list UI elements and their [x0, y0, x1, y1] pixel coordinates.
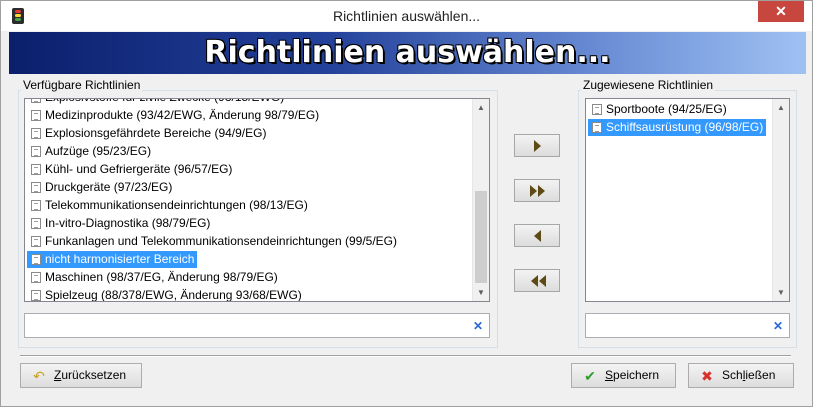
document-icon: [31, 146, 41, 157]
move-all-right-button[interactable]: [514, 179, 560, 202]
available-filter-input[interactable]: [28, 317, 466, 334]
list-item-label: Maschinen (98/37/EG, Änderung 98/79/EG): [45, 270, 278, 284]
document-icon: [31, 128, 41, 139]
list-item-label: Explosionsgefährdete Bereiche (94/9/EG): [45, 126, 267, 140]
assigned-filter-field[interactable]: ✕: [585, 313, 790, 338]
list-item[interactable]: Sportboote (94/25/EG): [588, 101, 730, 118]
document-icon: [31, 254, 41, 265]
list-item-label: Sportboote (94/25/EG): [606, 102, 727, 116]
list-item[interactable]: Aufzüge (95/23/EG): [27, 143, 154, 160]
document-icon: [31, 272, 41, 283]
list-item[interactable]: nicht harmonisierter Bereich: [27, 251, 198, 268]
list-item[interactable]: Maschinen (98/37/EG, Änderung 98/79/EG): [27, 269, 281, 286]
footer-separator: [20, 355, 791, 357]
document-icon: [31, 164, 41, 175]
close-button[interactable]: ✖ Schließen: [688, 363, 794, 388]
reset-button-label: Zurücksetzen: [54, 368, 127, 382]
list-item[interactable]: Telekommunikationsendeinrichtungen (98/1…: [27, 197, 311, 214]
banner-title: Richtlinien auswählen...: [204, 35, 611, 70]
list-item-label: Telekommunikationsendeinrichtungen (98/1…: [45, 198, 308, 212]
list-item[interactable]: In-vitro-Diagnostika (98/79/EG): [27, 215, 213, 232]
list-item-label: In-vitro-Diagnostika (98/79/EG): [45, 216, 211, 230]
document-icon: [31, 182, 41, 193]
list-item[interactable]: Druckgeräte (97/23/EG): [27, 179, 175, 196]
move-left-button[interactable]: [514, 224, 560, 247]
document-icon: [31, 236, 41, 247]
clear-icon[interactable]: ✕: [473, 319, 483, 333]
available-filter-field[interactable]: ✕: [24, 313, 490, 338]
close-icon: ✖: [701, 368, 713, 384]
document-icon: [31, 200, 41, 211]
document-icon: [592, 104, 602, 115]
document-icon: [592, 122, 602, 133]
list-item[interactable]: Funkanlagen und Telekommunikationsendein…: [27, 233, 400, 250]
reset-button[interactable]: ↶ Zurücksetzen: [20, 363, 142, 388]
save-button[interactable]: ✔ Speichern: [571, 363, 676, 388]
assigned-directives-list[interactable]: Schiffsausrüstung (96/98/EG) Sportboote (…: [585, 98, 790, 302]
list-item[interactable]: Schiffsausrüstung (96/98/EG): [588, 119, 767, 136]
close-button-label: Schließen: [722, 368, 776, 382]
list-item[interactable]: Spielzeug (88/378/EWG, Änderung 93/68/EW…: [27, 287, 305, 302]
list-item-label: Schiffsausrüstung (96/98/EG): [606, 120, 764, 134]
scroll-down-icon[interactable]: ▼: [473, 284, 489, 301]
available-group-label: Verfügbare Richtlinien: [21, 78, 143, 92]
double-arrow-left-icon-part: [539, 274, 546, 287]
assigned-group-label: Zugewiesene Richtlinien: [581, 78, 716, 92]
list-item-label: nicht harmonisierter Bereich: [45, 252, 195, 266]
list-item-label: Medizinprodukte (93/42/EWG, Änderung 98/…: [45, 108, 320, 122]
available-list-scrollbar[interactable]: ▲ ▼: [472, 99, 489, 301]
undo-icon: ↶: [33, 368, 45, 384]
move-all-left-button[interactable]: [514, 269, 560, 292]
dialog-window: Richtlinien auswählen... ✕ Richtlinien a…: [0, 0, 813, 407]
assigned-list-scrollbar[interactable]: ▲ ▼: [772, 99, 789, 301]
scroll-up-icon[interactable]: ▲: [773, 99, 789, 116]
list-item[interactable]: Kühl- und Gefriergeräte (96/57/EG): [27, 161, 235, 178]
scroll-up-icon[interactable]: ▲: [473, 99, 489, 116]
double-arrow-right-icon: [530, 184, 537, 197]
list-item[interactable]: Explosionsgefährdete Bereiche (94/9/EG): [27, 125, 269, 142]
list-item-label: Kühl- und Gefriergeräte (96/57/EG): [45, 162, 233, 176]
clear-icon[interactable]: ✕: [773, 319, 783, 333]
arrow-right-icon: [534, 139, 541, 152]
window-title: Richtlinien auswählen...: [332, 8, 481, 24]
document-icon: [31, 110, 41, 121]
move-right-button[interactable]: [514, 134, 560, 157]
list-item-label: Aufzüge (95/23/EG): [45, 144, 152, 158]
document-icon: [31, 99, 41, 103]
document-icon: [31, 290, 41, 301]
double-arrow-left-icon: [531, 274, 538, 287]
arrow-left-icon: [534, 229, 541, 242]
title-bar[interactable]: Richtlinien auswählen... ✕: [1, 1, 812, 31]
list-item-label: Spielzeug (88/378/EWG, Änderung 93/68/EW…: [45, 288, 302, 302]
list-item[interactable]: Explosivstoffe für zivile Zwecke (93/15/…: [27, 99, 287, 106]
checkmark-icon: ✔: [584, 368, 596, 384]
list-item-label: Explosivstoffe für zivile Zwecke (93/15/…: [45, 99, 284, 104]
window-close-button[interactable]: ✕: [758, 1, 804, 22]
header-banner: Richtlinien auswählen...: [9, 32, 806, 74]
assigned-filter-input[interactable]: [589, 317, 766, 334]
scroll-down-icon[interactable]: ▼: [773, 284, 789, 301]
double-arrow-right-icon-part: [538, 184, 545, 197]
list-item[interactable]: Medizinprodukte (93/42/EWG, Änderung 98/…: [27, 107, 322, 124]
available-directives-list[interactable]: Spielzeug (88/378/EWG, Änderung 93/68/EW…: [24, 98, 490, 302]
scrollbar-thumb[interactable]: [475, 191, 487, 283]
list-item-label: Druckgeräte (97/23/EG): [45, 180, 173, 194]
list-item-label: Funkanlagen und Telekommunikationsendein…: [45, 234, 398, 248]
document-icon: [31, 218, 41, 229]
save-button-label: Speichern: [605, 368, 660, 382]
